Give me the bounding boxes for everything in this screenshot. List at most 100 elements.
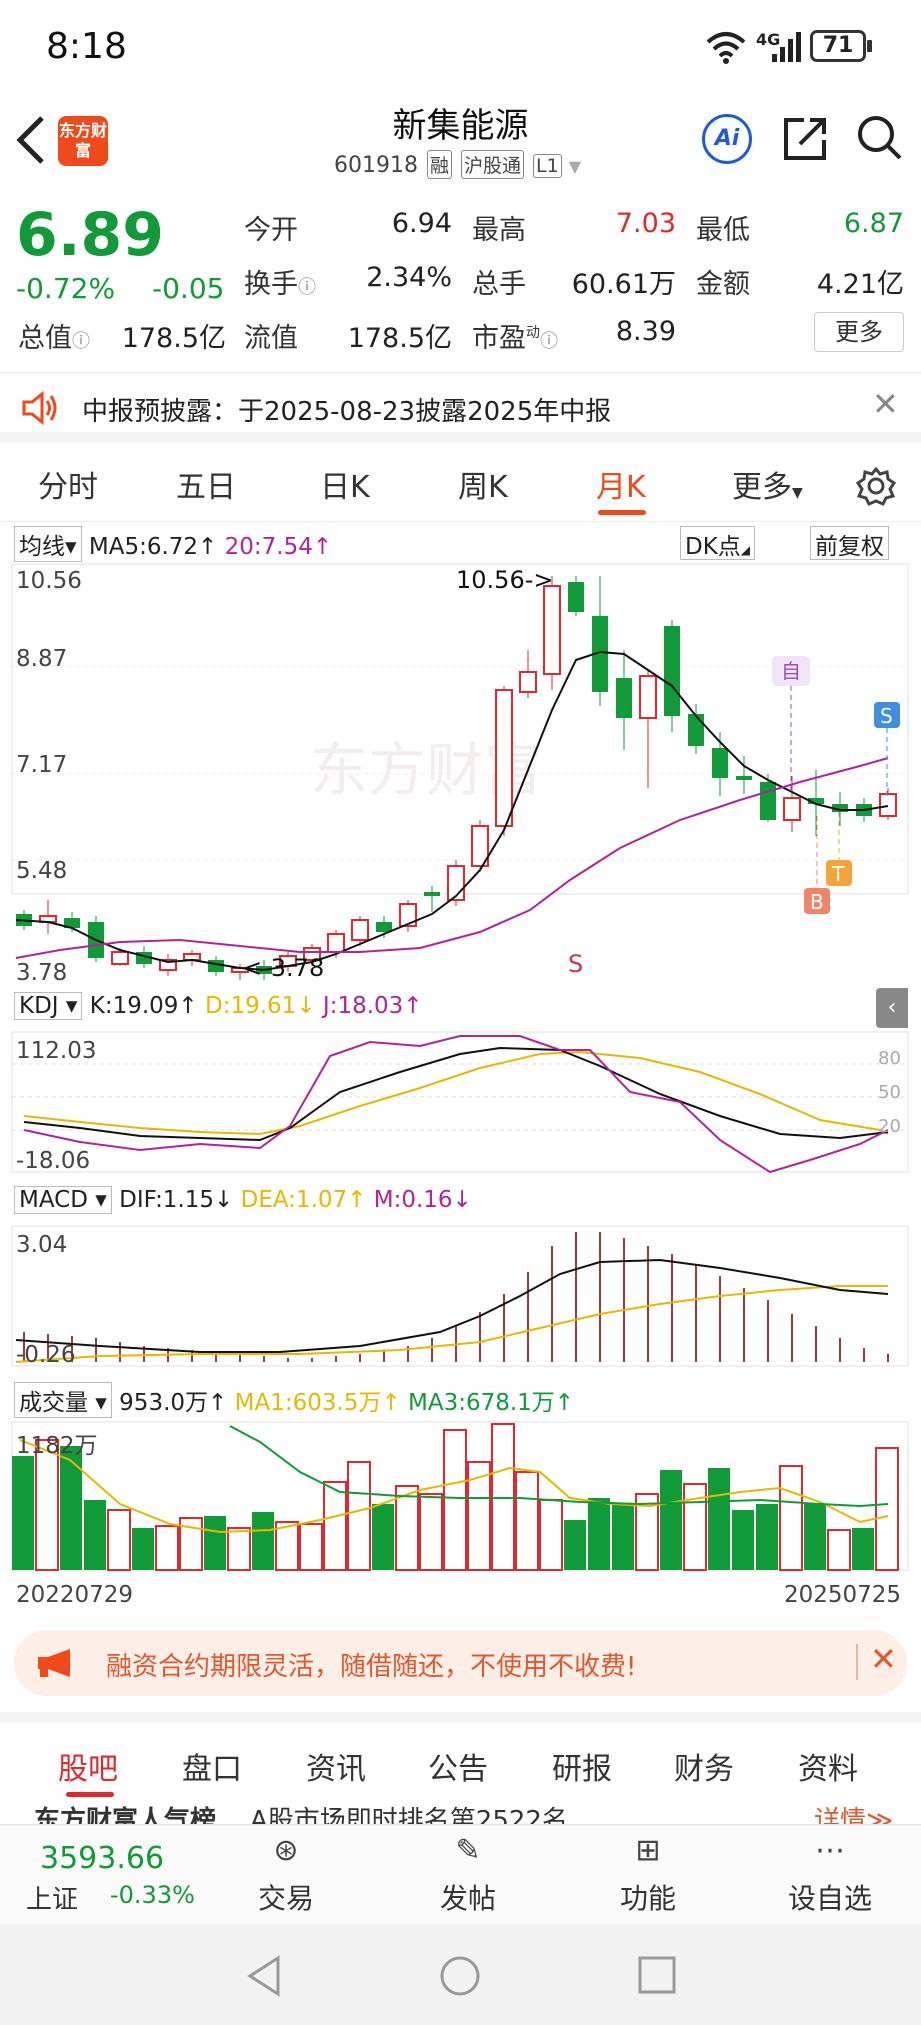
kdj-d-value: D:19.61↓: [205, 993, 316, 1019]
tab-news[interactable]: 资讯: [306, 1744, 366, 1788]
candle: [639, 675, 657, 719]
tag-connect: 沪股通: [461, 150, 525, 179]
ticker-rank: A股市场即时排名第2522名: [250, 1806, 568, 1824]
notice-banner[interactable]: 中报预披露：于2025-08-23披露2025年中报 ✕: [0, 372, 921, 442]
caret-down-icon[interactable]: ▼: [569, 157, 581, 176]
pe-label-text: 市盈: [472, 323, 526, 354]
last-price: 6.89: [16, 200, 165, 270]
nav-recents-icon[interactable]: [636, 1954, 678, 1996]
battery-tip: [867, 40, 872, 52]
info-icon[interactable]: ⓘ: [72, 331, 90, 352]
nav-back-icon[interactable]: [244, 1954, 284, 1998]
ai-assistant-button[interactable]: Ai: [702, 114, 752, 164]
float-cap-value: 178.5亿: [347, 323, 452, 354]
system-nav-bar: [0, 1924, 921, 2025]
function-button[interactable]: ⊞ 功能: [588, 1833, 708, 1917]
settings-gear-icon[interactable]: [856, 466, 896, 506]
macd-dif-value: DIF:1.15↓: [119, 1187, 234, 1213]
market-cap-label-text: 总值: [18, 323, 72, 354]
tab-guba[interactable]: 股吧: [58, 1744, 118, 1788]
share-icon[interactable]: [782, 114, 828, 162]
kdj-dropdown-label: KDJ: [19, 993, 59, 1019]
price-axis-label: 8.87: [16, 646, 68, 672]
signal-icon: [772, 32, 801, 62]
kline-chart-svg: 东方财富 10.56-> <-3.78 自 S B T S: [11, 563, 909, 1571]
index-name: 上证: [26, 1885, 79, 1915]
volume-dropdown[interactable]: 成交量 ▾: [14, 1382, 112, 1418]
active-tab-indicator: [66, 1792, 114, 1797]
tab-profile[interactable]: 资料: [798, 1744, 858, 1788]
collapse-panel-chevron-icon[interactable]: ‹: [876, 988, 908, 1028]
kdj-axis-bottom: -18.06: [16, 1148, 91, 1174]
index-value[interactable]: 3593.66: [40, 1841, 164, 1876]
price-axis-label: 10.56: [16, 568, 82, 594]
nav-home-icon[interactable]: [438, 1954, 482, 1998]
float-cap-label: 流值: [244, 323, 298, 354]
tab-more-label: 更多: [732, 470, 792, 505]
stock-code-line: 601918 融 沪股通 L1 ▼: [334, 150, 581, 179]
high-marker: 10.56->: [456, 566, 553, 594]
macd-indicator-bar: MACD ▾ DIF:1.15↓ DEA:1.07↑ M:0.16↓: [14, 1186, 472, 1222]
macd-axis-bottom: -0.26: [16, 1342, 76, 1368]
kdj-dropdown[interactable]: KDJ ▾: [14, 992, 83, 1020]
candle: [376, 922, 392, 932]
edit-icon: ✎: [455, 1833, 481, 1868]
tab-research[interactable]: 研报: [552, 1744, 612, 1788]
popularity-ticker[interactable]: 东方财富人气榜 A股市场即时排名第2522名 详情≫: [0, 1798, 921, 1824]
low-value: 6.87: [843, 208, 904, 239]
tab-finance[interactable]: 财务: [674, 1744, 734, 1788]
pe-label[interactable]: 市盈动ⓘ: [472, 316, 558, 355]
market-cap-label[interactable]: 总值ⓘ: [18, 316, 90, 355]
high-label: 最高: [472, 215, 526, 246]
close-icon[interactable]: ✕: [872, 385, 899, 423]
kdj-level-label: 20: [878, 1116, 901, 1137]
candle: [736, 776, 752, 780]
macd-dea-line: [15, 1285, 888, 1363]
candle: [543, 585, 561, 675]
volume-value: 60.61万: [571, 269, 676, 300]
tab-announcement[interactable]: 公告: [428, 1744, 488, 1788]
add-watchlist-label: 设自选: [787, 1882, 872, 1915]
search-icon[interactable]: [856, 114, 904, 162]
battery-level: 71: [822, 33, 854, 58]
ticker-title: 东方财富人气榜: [34, 1806, 217, 1824]
change-amount: -0.05: [152, 272, 225, 305]
chart-area[interactable]: 均线▾ MA5:6.72↑ 20:7.54↑ DK点◢ 前复权 东方财富 10.…: [0, 520, 921, 1608]
candle: [712, 748, 728, 778]
tab-pankou[interactable]: 盘口: [182, 1744, 242, 1788]
macd-dea-value: DEA:1.07↑: [240, 1187, 367, 1213]
candle: [879, 793, 897, 817]
high-value: 7.03: [615, 208, 676, 239]
tab-five-day[interactable]: 五日: [176, 462, 236, 506]
tab-minute[interactable]: 分时: [38, 462, 98, 506]
close-icon[interactable]: ✕: [870, 1640, 897, 1678]
macd-m-value: M:0.16↓: [373, 1187, 472, 1213]
promo-banner[interactable]: 融资合约期限灵活，随借随还，不使用不收费! ✕: [14, 1630, 907, 1696]
price-axis-label: 3.78: [16, 960, 68, 986]
volume-value: 953.0万↑: [119, 1390, 228, 1416]
kline-panel-frame: [11, 563, 909, 895]
info-icon[interactable]: ⓘ: [298, 277, 316, 298]
kdj-k-value: K:19.09↑: [89, 993, 198, 1019]
tab-more[interactable]: 更多▼: [732, 462, 803, 506]
more-quote-button[interactable]: 更多: [814, 312, 904, 352]
macd-bars: [23, 1232, 889, 1362]
change-percent: -0.72%: [16, 272, 116, 305]
pe-dynamic-sup: 动: [526, 325, 540, 341]
info-icon[interactable]: ⓘ: [540, 331, 558, 352]
volume-axis-top: 1182万: [16, 1433, 98, 1459]
turnover-label[interactable]: 换手ⓘ: [244, 262, 316, 301]
macd-dropdown[interactable]: MACD ▾: [14, 1186, 112, 1214]
low-label: 最低: [696, 215, 750, 246]
candle: [351, 919, 369, 941]
tab-daily-k[interactable]: 日K: [320, 462, 370, 506]
add-watchlist-button[interactable]: ⋯ 设自选: [770, 1833, 890, 1917]
status-time: 8:18: [46, 26, 127, 67]
kdj-level-label: 80: [878, 1048, 901, 1069]
trade-button[interactable]: ⊛ 交易: [226, 1833, 346, 1917]
tab-weekly-k[interactable]: 周K: [458, 462, 508, 506]
ticker-detail-link[interactable]: 详情≫: [814, 1800, 893, 1824]
tab-monthly-k[interactable]: 月K: [596, 462, 646, 506]
date-start: 20220729: [16, 1582, 134, 1608]
post-button[interactable]: ✎ 发帖: [408, 1833, 528, 1917]
